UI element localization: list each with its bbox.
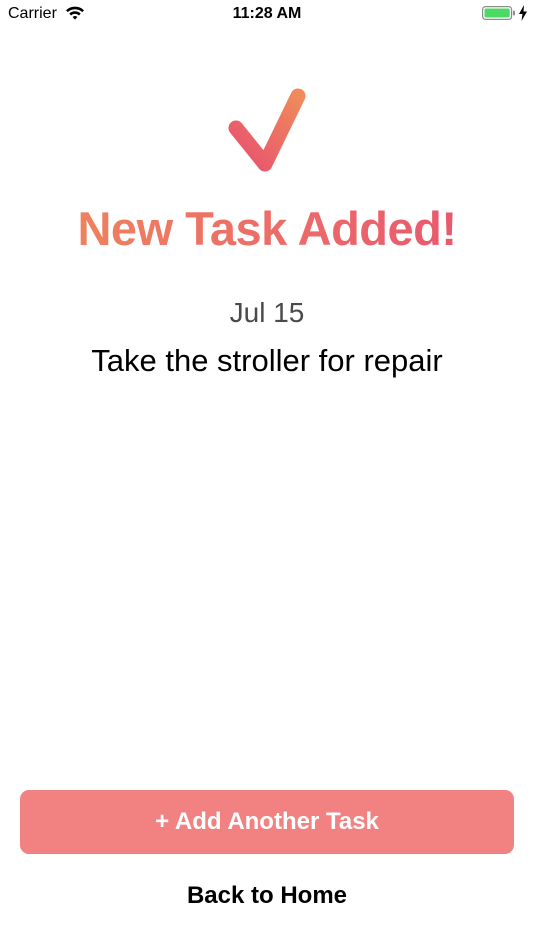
- add-another-task-button[interactable]: + Add Another Task: [20, 790, 514, 854]
- task-title: Take the stroller for repair: [91, 343, 443, 378]
- back-to-home-button[interactable]: Back to Home: [0, 880, 534, 912]
- confirmation-headline: New Task Added!: [0, 200, 534, 258]
- charging-bolt-icon: [519, 5, 527, 21]
- task-date: Jul 15: [229, 297, 305, 328]
- status-bar: Carrier 11:28 AM: [0, 0, 534, 30]
- add-another-task-label: + Add Another Task: [155, 808, 379, 835]
- checkmark-icon: [228, 88, 306, 172]
- status-time: 11:28 AM: [232, 5, 302, 22]
- battery-icon: [482, 6, 515, 20]
